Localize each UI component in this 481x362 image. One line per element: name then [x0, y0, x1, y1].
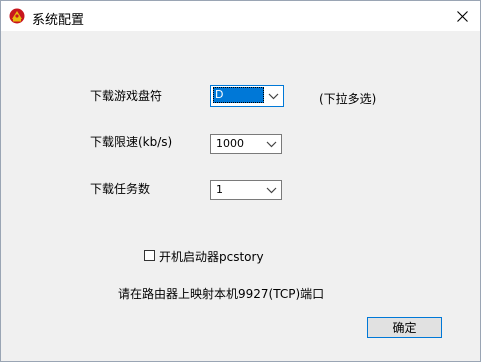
- speed-limit-select[interactable]: 1000: [210, 134, 282, 154]
- task-count-value: 1: [216, 183, 223, 196]
- speed-limit-value: 1000: [216, 137, 244, 150]
- autostart-checkbox[interactable]: [144, 250, 155, 261]
- autostart-label[interactable]: 开机启动器pcstory: [159, 248, 264, 265]
- game-drive-label: 下载游戏盘符: [90, 89, 163, 103]
- task-count-select[interactable]: 1: [210, 180, 282, 200]
- game-drive-value: D: [213, 87, 264, 103]
- chevron-down-icon: [266, 141, 277, 148]
- speed-limit-label: 下载限速(kb/s): [90, 135, 173, 149]
- chevron-down-icon: [268, 93, 279, 100]
- config-dialog: 系统配置 下载游戏盘符 D (下拉多选) 下载限速(kb/s) 1000 下载任…: [0, 0, 481, 362]
- port-mapping-notice: 请在路由器上映射本机9927(TCP)端口: [118, 287, 325, 301]
- game-drive-select[interactable]: D: [210, 85, 284, 107]
- close-icon: [456, 10, 468, 22]
- ok-button[interactable]: 确定: [367, 317, 442, 338]
- app-emblem-icon: [9, 8, 25, 24]
- chevron-down-icon: [266, 187, 277, 194]
- task-count-label: 下载任务数: [90, 182, 151, 196]
- window-title: 系统配置: [32, 13, 85, 28]
- game-drive-hint: (下拉多选): [319, 92, 377, 106]
- close-button[interactable]: [444, 1, 480, 31]
- title-bar: 系统配置: [1, 1, 480, 31]
